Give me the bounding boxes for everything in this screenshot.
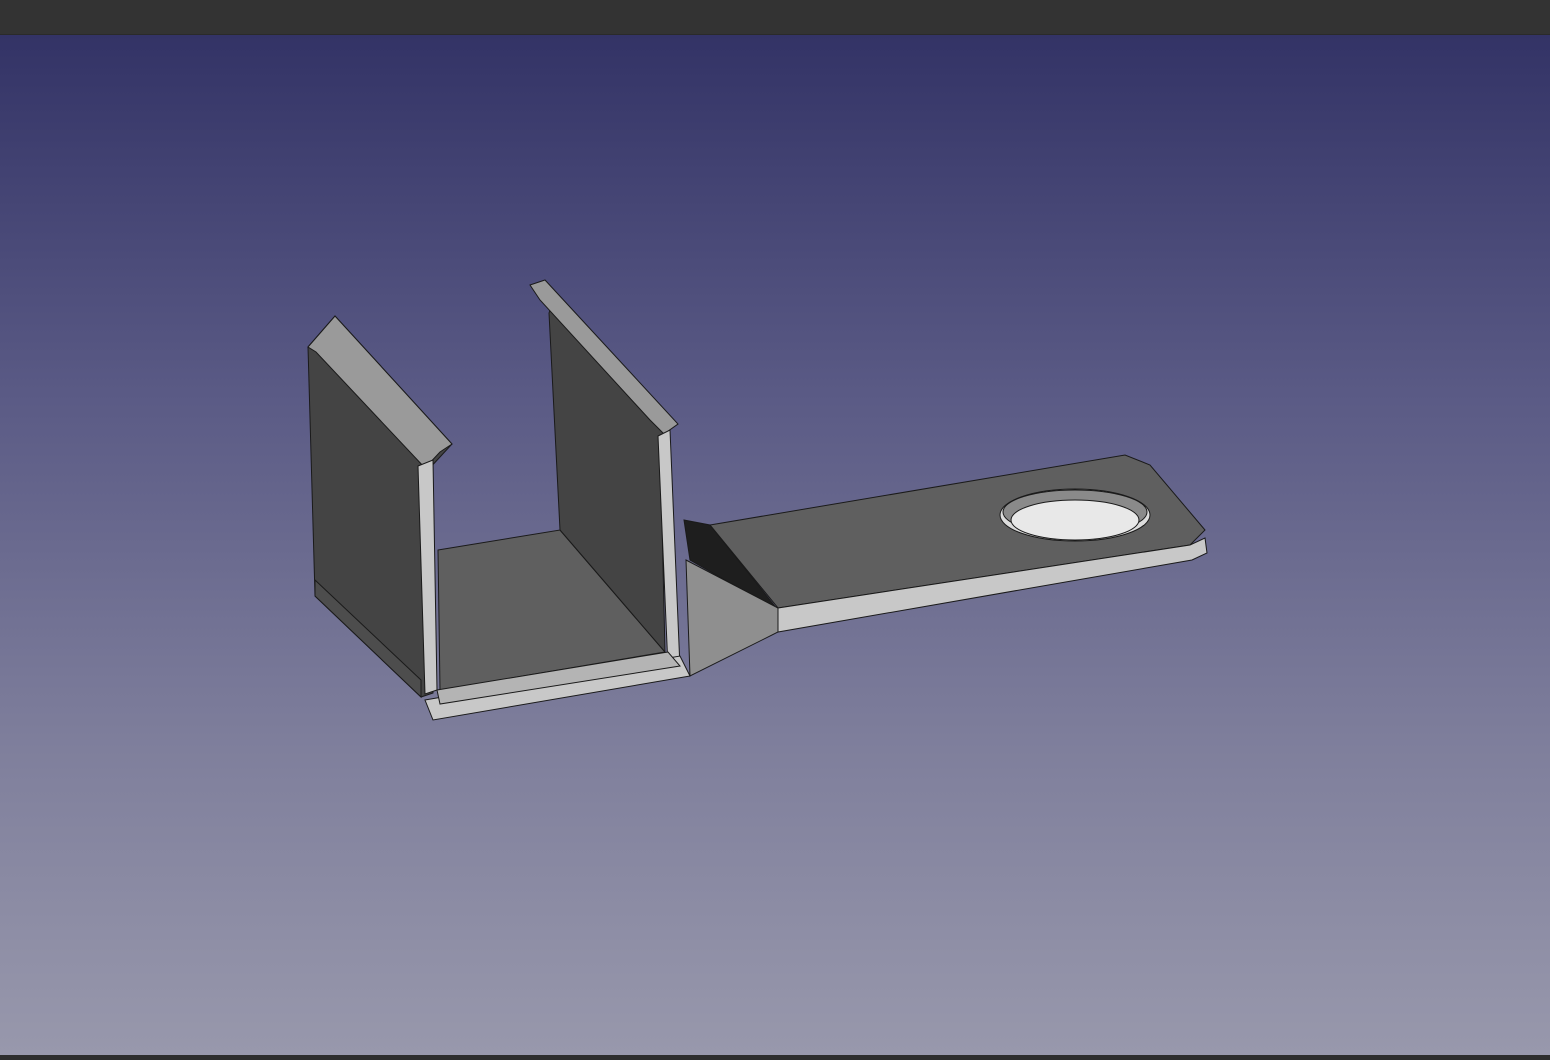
bottom-status-bar xyxy=(0,1055,1550,1060)
3d-part-icon[interactable] xyxy=(0,35,1550,1055)
top-toolbar-bar xyxy=(0,0,1550,35)
3d-viewport[interactable] xyxy=(0,35,1550,1055)
freecad-window xyxy=(0,0,1550,1060)
hole-opening xyxy=(1010,499,1140,541)
